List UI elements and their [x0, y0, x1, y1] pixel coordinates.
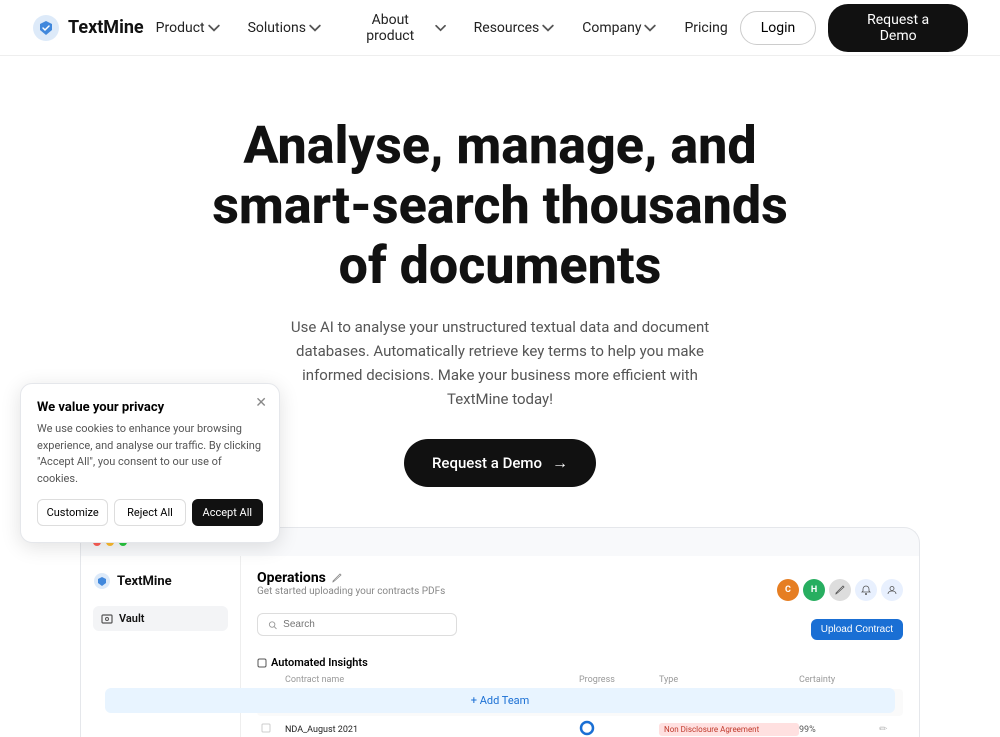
cookie-actions: Customize Reject All Accept All: [37, 499, 263, 526]
accept-all-button[interactable]: Accept All: [192, 499, 263, 526]
arrow-icon: →: [552, 453, 568, 473]
chevron-down-icon: [208, 22, 220, 34]
logo[interactable]: TextMine: [32, 14, 144, 42]
table-row[interactable]: NDA_August 2021 Non Disclosure Agreement…: [257, 716, 903, 737]
avatar-h: H: [803, 579, 825, 601]
chevron-down-icon: [644, 22, 656, 34]
cookie-close-button[interactable]: ✕: [255, 394, 267, 411]
chevron-down-icon: [542, 22, 554, 34]
cookie-text: We use cookies to enhance your browsing …: [37, 421, 263, 487]
search-row: Upload Contract: [257, 613, 903, 646]
user-icon: [887, 585, 897, 595]
chevron-down-icon: [435, 22, 446, 34]
search-icon: [268, 620, 277, 630]
nav-solutions[interactable]: Solutions: [236, 14, 333, 42]
workspace-title: Operations: [257, 570, 445, 586]
pencil-icon: [835, 585, 845, 595]
logo-text: TextMine: [68, 17, 144, 38]
request-demo-button-nav[interactable]: Request a Demo: [828, 4, 968, 52]
nav-resources[interactable]: Resources: [462, 14, 567, 42]
nav-company[interactable]: Company: [570, 14, 668, 42]
search-input[interactable]: [283, 619, 446, 630]
avatar-c: C: [777, 579, 799, 601]
chevron-down-icon: [309, 22, 321, 34]
workspace-info: Operations Get started uploading your co…: [257, 570, 445, 609]
navbar: TextMine Product Solutions About product…: [0, 0, 1000, 56]
nav-links: Product Solutions About product Resource…: [144, 6, 740, 50]
avatar-group: C H: [777, 579, 903, 601]
nav-actions: Login Request a Demo: [740, 4, 968, 52]
customize-button[interactable]: Customize: [37, 499, 108, 526]
nav-product[interactable]: Product: [144, 14, 232, 42]
checkbox-icon: [261, 723, 271, 733]
hero-heading: Analyse, manage, and smart-search thousa…: [200, 116, 800, 295]
workspace-subtitle: Get started uploading your contracts PDF…: [257, 586, 445, 597]
nav-pricing[interactable]: Pricing: [672, 14, 739, 42]
dash-logo-text: TextMine: [117, 574, 172, 589]
cookie-banner: ✕ We value your privacy We use cookies t…: [20, 383, 280, 543]
avatar-user[interactable]: [881, 579, 903, 601]
upload-contract-button[interactable]: Upload Contract: [811, 619, 903, 640]
dash-logo: TextMine: [93, 572, 228, 590]
row-edit-icon[interactable]: ✏: [879, 724, 899, 735]
vault-icon: [101, 613, 113, 625]
logo-icon: [32, 14, 60, 42]
section-title: Automated Insights: [257, 656, 903, 669]
bell-icon: [861, 585, 871, 595]
avatar-edit[interactable]: [829, 579, 851, 601]
contract-name: NDA_August 2021: [285, 725, 579, 735]
search-bar[interactable]: [257, 613, 457, 636]
edit-icon: [332, 573, 342, 583]
cookie-title: We value your privacy: [37, 400, 263, 415]
table-header: Contract name Progress Type Certainty: [257, 675, 903, 685]
type-tag: Non Disclosure Agreement: [659, 723, 799, 736]
nav-about-product[interactable]: About product: [337, 6, 458, 50]
progress-circle: [579, 720, 595, 736]
dash-header: Operations Get started uploading your co…: [257, 570, 903, 609]
hero-subtext: Use AI to analyse your unstructured text…: [290, 315, 710, 411]
dashboard-preview: TextMine Vault + Add Team Operations: [80, 527, 920, 737]
certainty: 99%: [799, 725, 879, 735]
dashboard-inner: TextMine Vault + Add Team Operations: [81, 556, 919, 737]
add-team-button[interactable]: + Add Team: [105, 688, 895, 713]
sidebar-item-vault[interactable]: Vault: [93, 606, 228, 631]
request-demo-button-hero[interactable]: Request a Demo →: [404, 439, 596, 487]
avatar-notification[interactable]: [855, 579, 877, 601]
dashboard-sidebar: TextMine Vault + Add Team: [81, 556, 241, 737]
progress: [579, 720, 659, 737]
login-button[interactable]: Login: [740, 11, 817, 45]
reject-all-button[interactable]: Reject All: [114, 499, 185, 526]
sidebar-vault-label: Vault: [119, 612, 145, 625]
checkbox-icon: [257, 658, 267, 668]
dash-logo-icon: [93, 572, 111, 590]
